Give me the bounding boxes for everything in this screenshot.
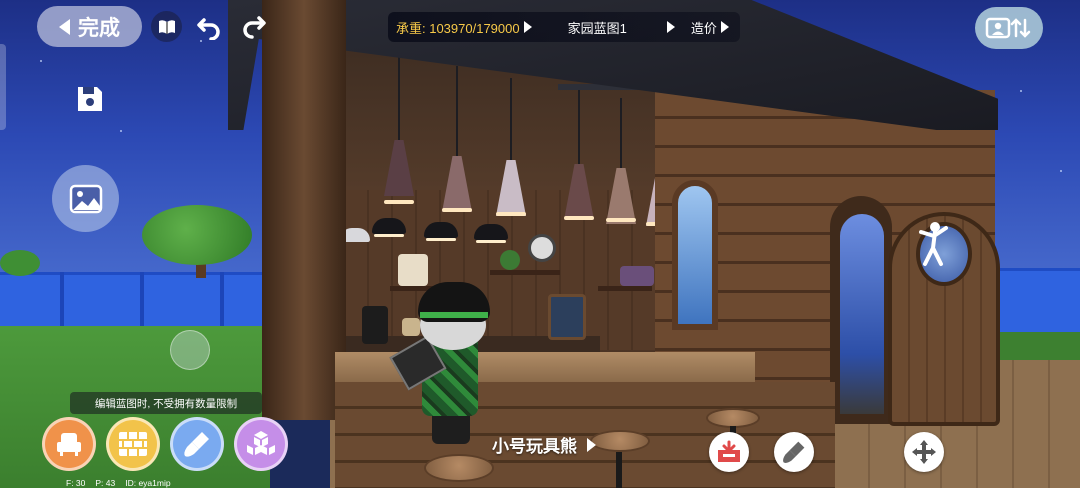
paint-brush-icon — [783, 441, 805, 463]
fence-post — [60, 272, 64, 330]
bar-stool — [706, 408, 760, 428]
chevron-right-icon — [587, 437, 596, 452]
book-icon[interactable] — [151, 11, 182, 42]
redo-icon[interactable] — [238, 11, 269, 42]
lamp-cord — [620, 98, 622, 174]
tool-blocks-button[interactable] — [234, 417, 288, 471]
photo-button[interactable] — [52, 165, 119, 232]
chevron-right-icon — [666, 21, 675, 33]
lamp-glow — [496, 212, 526, 216]
potted-plant — [500, 250, 520, 270]
lamp-glow — [384, 200, 414, 204]
fence-post — [140, 272, 144, 330]
stool-leg — [616, 452, 622, 488]
lamp-cord — [578, 90, 580, 168]
blueprint-name: 家园蓝图1 — [567, 20, 627, 36]
move-arrows-icon — [912, 440, 936, 464]
wall-shelf — [598, 286, 652, 291]
remove-box-icon — [718, 440, 740, 462]
arched-window — [672, 180, 718, 330]
spot-glow — [426, 238, 456, 241]
wooden-post — [262, 0, 346, 420]
load-capacity-label: 承重: 103970/179000 — [396, 20, 520, 36]
tree-canopy — [142, 205, 252, 265]
load-capacity[interactable]: 承重: 103970/179000 — [388, 18, 540, 37]
blueprint-selector[interactable]: 家园蓝图1 — [560, 18, 683, 37]
chevron-right-icon — [720, 21, 729, 33]
status-bar: 承重: 103970/179000 家园蓝图1 造价 — [388, 12, 740, 42]
tool-bricks-button[interactable] — [106, 417, 160, 471]
chevron-right-icon — [523, 21, 532, 33]
tool-furniture-button[interactable] — [42, 417, 96, 471]
player-switch-button[interactable] — [975, 7, 1043, 49]
doorway — [840, 214, 884, 414]
brick-wall-icon — [119, 432, 147, 456]
movement-joystick[interactable] — [170, 330, 210, 370]
dance-pose-icon — [915, 220, 951, 268]
back-arrow-icon — [59, 18, 70, 35]
lamp-glow — [564, 216, 594, 220]
star — [120, 130, 122, 132]
bar-stool — [590, 430, 650, 452]
save-icon[interactable] — [73, 82, 107, 116]
menu-board — [548, 294, 586, 340]
spot-glow — [374, 234, 404, 237]
fence-post — [220, 272, 224, 330]
selected-item-tag[interactable]: 小号玩具熊 — [492, 432, 596, 457]
done-button[interactable]: 完成 — [37, 6, 142, 47]
spot-lamp — [424, 222, 458, 238]
blue-fence-wall-right — [990, 268, 1080, 335]
bush — [0, 250, 40, 276]
wall-clock — [528, 234, 556, 262]
lamp-cord — [398, 50, 400, 140]
armchair-icon — [57, 433, 81, 456]
stat-f: F: 30 — [66, 478, 86, 488]
star — [1020, 90, 1022, 92]
cubes-icon — [247, 431, 275, 455]
spot-glow — [476, 240, 506, 243]
debug-stats: F: 30 P: 43 ID: eya1mip — [66, 478, 171, 488]
selected-item-name: 小号玩具熊 — [492, 437, 577, 456]
undo-icon[interactable] — [193, 11, 224, 42]
wall-shelf — [490, 270, 560, 275]
remove-item-button[interactable] — [709, 432, 749, 472]
move-item-button[interactable] — [904, 432, 944, 472]
stat-id: ID: eya1mip — [125, 478, 171, 488]
stat-p: P: 43 — [95, 478, 116, 488]
lamp-glow — [606, 218, 636, 222]
star — [1060, 170, 1062, 172]
jar-set — [620, 266, 654, 286]
coffee-grinder — [398, 254, 428, 286]
coffee-pot — [362, 306, 388, 344]
side-drawer-tab[interactable] — [0, 44, 6, 130]
done-label: 完成 — [78, 16, 120, 40]
player-switch-icon — [985, 17, 1031, 39]
lamp-cord — [456, 66, 458, 156]
cup — [402, 318, 420, 336]
spot-lamp — [372, 218, 406, 234]
spot-lamp — [474, 224, 508, 240]
star — [40, 60, 42, 62]
character-hat-band — [420, 312, 488, 318]
lamp-cord — [510, 78, 512, 164]
lamp-glow — [442, 208, 472, 212]
cost-label: 造价 — [690, 20, 717, 36]
blueprint-hint: 编辑蓝图时, 不受拥有数量限制 — [70, 392, 262, 414]
paint-brush-icon — [184, 432, 209, 457]
photo-icon — [69, 184, 102, 213]
paint-item-button[interactable] — [774, 432, 814, 472]
tool-paint-button[interactable] — [170, 417, 224, 471]
bar-stool — [424, 454, 494, 482]
cost-button[interactable]: 造价 — [683, 18, 737, 37]
